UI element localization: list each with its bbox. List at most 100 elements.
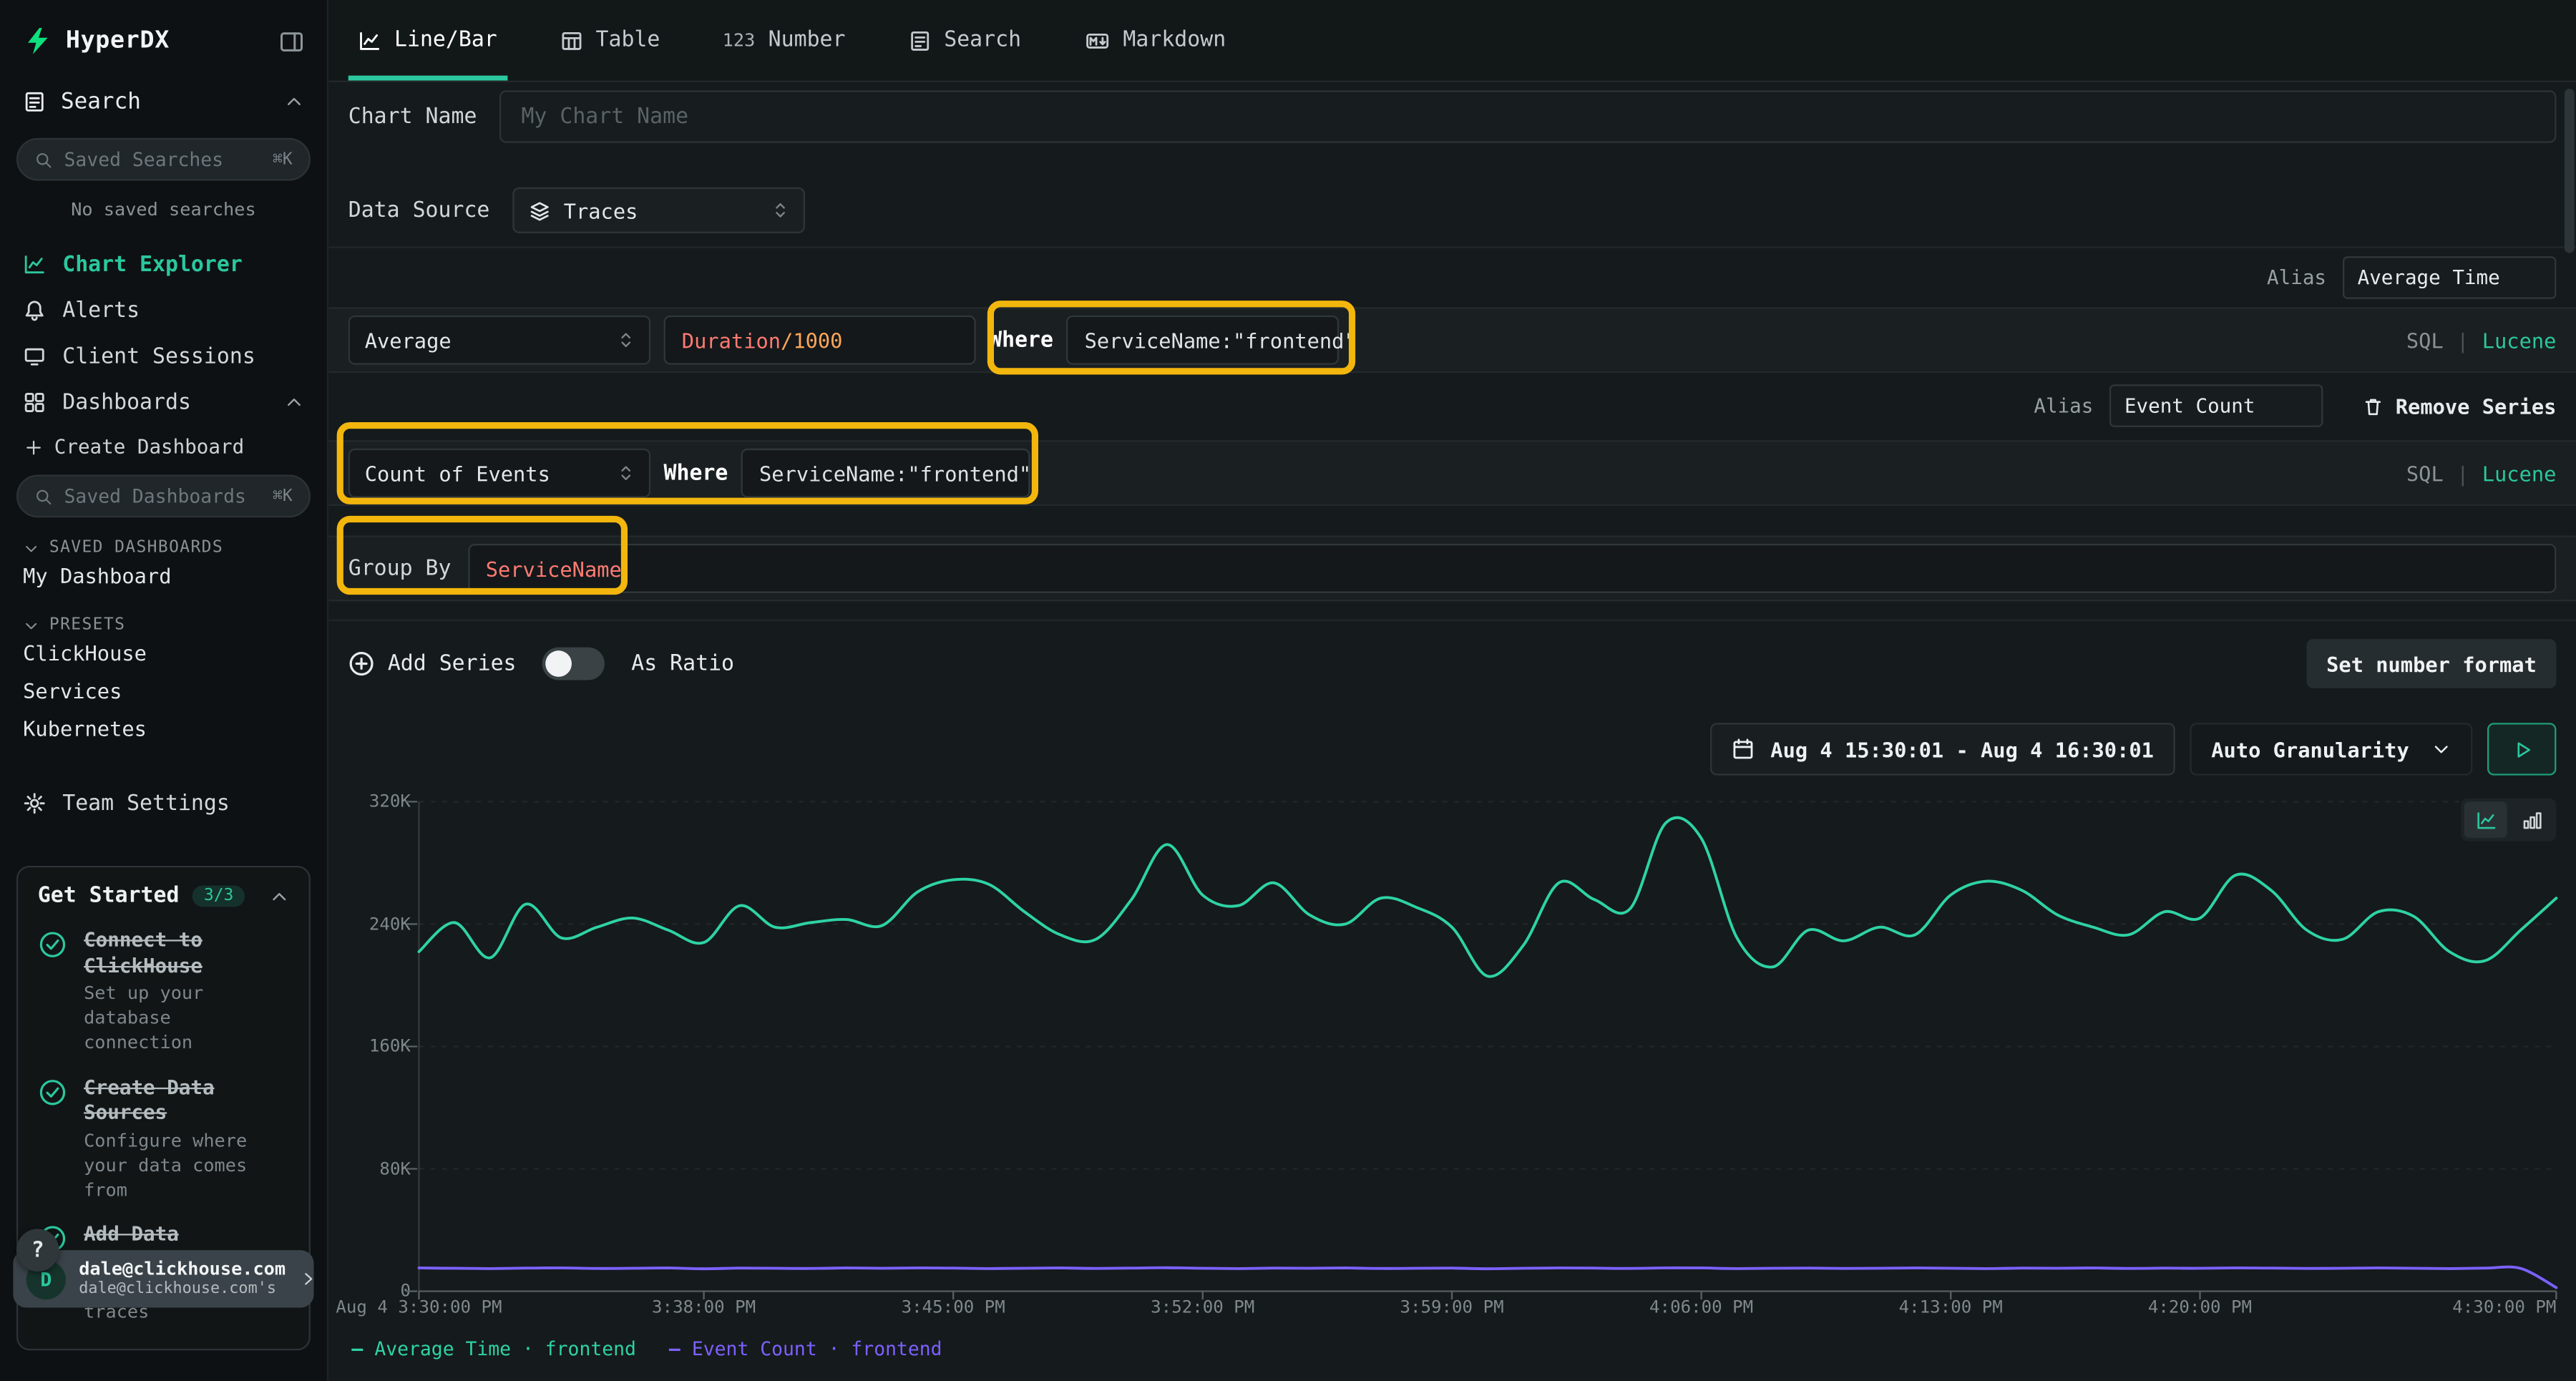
sidebar-item-services[interactable]: Services — [0, 672, 327, 710]
granularity-select[interactable]: Auto Granularity — [2190, 723, 2472, 775]
tab-number[interactable]: 123 Number — [723, 0, 846, 80]
group-saved-dashboards[interactable]: SAVED DASHBOARDS — [23, 539, 304, 557]
create-dashboard-button[interactable]: Create Dashboard — [0, 426, 327, 462]
legend-item[interactable]: — Event Count · frontend — [669, 1337, 942, 1360]
sidebar-item-clickhouse[interactable]: ClickHouse — [0, 634, 327, 672]
divider — [328, 620, 2576, 621]
chart-canvas — [419, 801, 2556, 1291]
x-tick-label: 4:20:00 PM — [2148, 1298, 2252, 1318]
tab-table[interactable]: Table — [560, 0, 660, 80]
series1-language-toggle: SQL | Lucene — [2406, 328, 2557, 352]
run-query-button[interactable] — [2487, 723, 2556, 775]
add-series-button[interactable]: Add Series — [348, 650, 517, 677]
tab-markdown[interactable]: Markdown — [1083, 0, 1226, 80]
lucene-toggle[interactable]: Lucene — [2482, 461, 2557, 485]
series2-where-label: Where — [664, 461, 728, 485]
tab-label: Table — [596, 28, 660, 52]
chart-legend: —Average Time · frontend—Event Count · f… — [351, 1337, 942, 1360]
chart-type-tabs: Line/Bar Table 123 Number Search — [328, 0, 2576, 82]
plot-region[interactable] — [419, 801, 2556, 1291]
sql-toggle[interactable]: SQL — [2406, 461, 2444, 485]
as-ratio-label: As Ratio — [631, 651, 734, 675]
saved-searches-input[interactable]: Saved Searches ⌘K — [16, 138, 311, 181]
alias-label: Alias — [2034, 394, 2093, 417]
saved-searches-placeholder: Saved Searches — [64, 148, 224, 171]
chevron-up-icon — [270, 887, 290, 907]
sidebar-nav: Chart Explorer Alerts Client Sessions Da… — [0, 241, 327, 826]
nav-label: Chart Explorer — [62, 252, 243, 276]
y-tick-label: 320K — [348, 792, 411, 812]
user-menu[interactable]: D dale@clickhouse.com dale@clickhouse.co… — [13, 1250, 313, 1307]
legend-item[interactable]: —Average Time · frontend — [351, 1337, 636, 1360]
get-started-step[interactable]: Connect to ClickHouse Set up your databa… — [38, 928, 289, 1055]
group-by-input[interactable]: ServiceName — [467, 544, 2556, 593]
add-series-label: Add Series — [388, 651, 517, 675]
legend-swatch: — — [669, 1337, 680, 1360]
table-icon — [560, 29, 582, 52]
bar-chart-toggle[interactable] — [2510, 801, 2553, 838]
sidebar-section-search[interactable]: Search — [0, 72, 327, 125]
magnifier-icon — [34, 150, 52, 168]
legend-label: Event Count · frontend — [692, 1337, 942, 1360]
sidebar-item-kubernetes[interactable]: Kubernetes — [0, 710, 327, 748]
search-section-icon — [23, 90, 46, 113]
x-tick-label: 3:38:00 PM — [652, 1298, 756, 1318]
series2-language-toggle: SQL | Lucene — [2406, 461, 2557, 485]
set-number-format-button[interactable]: Set number format — [2307, 639, 2557, 688]
sidebar-item-alerts[interactable]: Alerts — [0, 288, 327, 333]
plus-icon — [24, 438, 42, 456]
line-chart-toggle[interactable] — [2464, 801, 2507, 838]
x-tick-label: 4:13:00 PM — [1899, 1298, 2003, 1318]
series1-where-input[interactable]: ServiceName:"frontend" — [1066, 316, 1339, 365]
chevron-up-icon — [284, 393, 304, 413]
sidebar-item-my-dashboard[interactable]: My Dashboard — [0, 557, 327, 595]
series1-field-input[interactable]: Duration/1000 — [664, 316, 976, 365]
chart-name-label: Chart Name — [348, 104, 477, 129]
group-presets[interactable]: PRESETS — [23, 616, 304, 634]
hyperdx-logo-icon — [23, 26, 52, 56]
brand[interactable]: HyperDX — [23, 26, 170, 56]
get-started-header[interactable]: Get Started 3/3 — [38, 884, 289, 908]
data-source-row: Data Source Traces — [348, 187, 2557, 233]
series2-alias-input[interactable] — [2109, 384, 2323, 427]
get-started-step[interactable]: Create Data Sources Configure where your… — [38, 1075, 289, 1203]
bell-icon — [23, 299, 46, 322]
hyperdx-app: HyperDX Search Saved Searches ⌘K No save… — [0, 0, 2576, 1381]
divider — [328, 246, 2576, 248]
series-actions-row: Add Series As Ratio Set number format — [348, 643, 2557, 685]
sidebar-item-client-sessions[interactable]: Client Sessions — [0, 333, 327, 379]
sidebar-item-chart-explorer[interactable]: Chart Explorer — [0, 241, 327, 287]
remove-series-button[interactable]: Remove Series — [2363, 394, 2557, 418]
as-ratio-toggle[interactable] — [542, 648, 605, 680]
chevron-down-icon — [23, 540, 39, 556]
tab-search[interactable]: Search — [908, 0, 1021, 80]
scrollbar-thumb[interactable] — [2565, 89, 2575, 253]
updown-chevrons-icon — [618, 330, 634, 350]
saved-dashboards-input[interactable]: Saved Dashboards ⌘K — [16, 475, 311, 518]
granularity-value: Auto Granularity — [2211, 737, 2409, 761]
main-panel: Line/Bar Table 123 Number Search — [328, 0, 2576, 1381]
sidebar-item-team-settings[interactable]: Team Settings — [0, 781, 327, 826]
sidebar-item-dashboards[interactable]: Dashboards — [0, 379, 327, 425]
chart-name-input[interactable] — [500, 90, 2557, 142]
help-button[interactable]: ? — [16, 1229, 59, 1272]
series2-where-input[interactable]: ServiceName:"frontend" — [741, 449, 1030, 498]
shortcut-badge: ⌘K — [273, 487, 293, 505]
get-started-title: Get Started — [38, 884, 180, 908]
series2-aggregation-select[interactable]: Count of Events — [348, 449, 650, 498]
date-range-picker[interactable]: Aug 4 15:30:01 - Aug 4 16:30:01 — [1709, 723, 2175, 775]
series1-aggregation-select[interactable]: Average — [348, 316, 650, 365]
data-source-select[interactable]: Traces — [513, 187, 806, 233]
legend-swatch: — — [351, 1337, 363, 1360]
step-desc: Set up your database connection — [84, 982, 289, 1055]
tab-line-bar[interactable]: Line/Bar — [358, 0, 497, 80]
alias-label: Alias — [2267, 266, 2326, 289]
lucene-toggle[interactable]: Lucene — [2482, 328, 2557, 352]
series1-alias-input[interactable] — [2343, 256, 2556, 299]
series2-alias-row: Alias Remove Series — [348, 384, 2557, 427]
collapse-sidebar-icon[interactable] — [279, 29, 303, 53]
sql-toggle[interactable]: SQL — [2406, 328, 2444, 352]
updown-chevrons-icon — [618, 463, 634, 483]
group-by-value: ServiceName — [486, 556, 622, 580]
tab-label: Number — [769, 28, 846, 52]
